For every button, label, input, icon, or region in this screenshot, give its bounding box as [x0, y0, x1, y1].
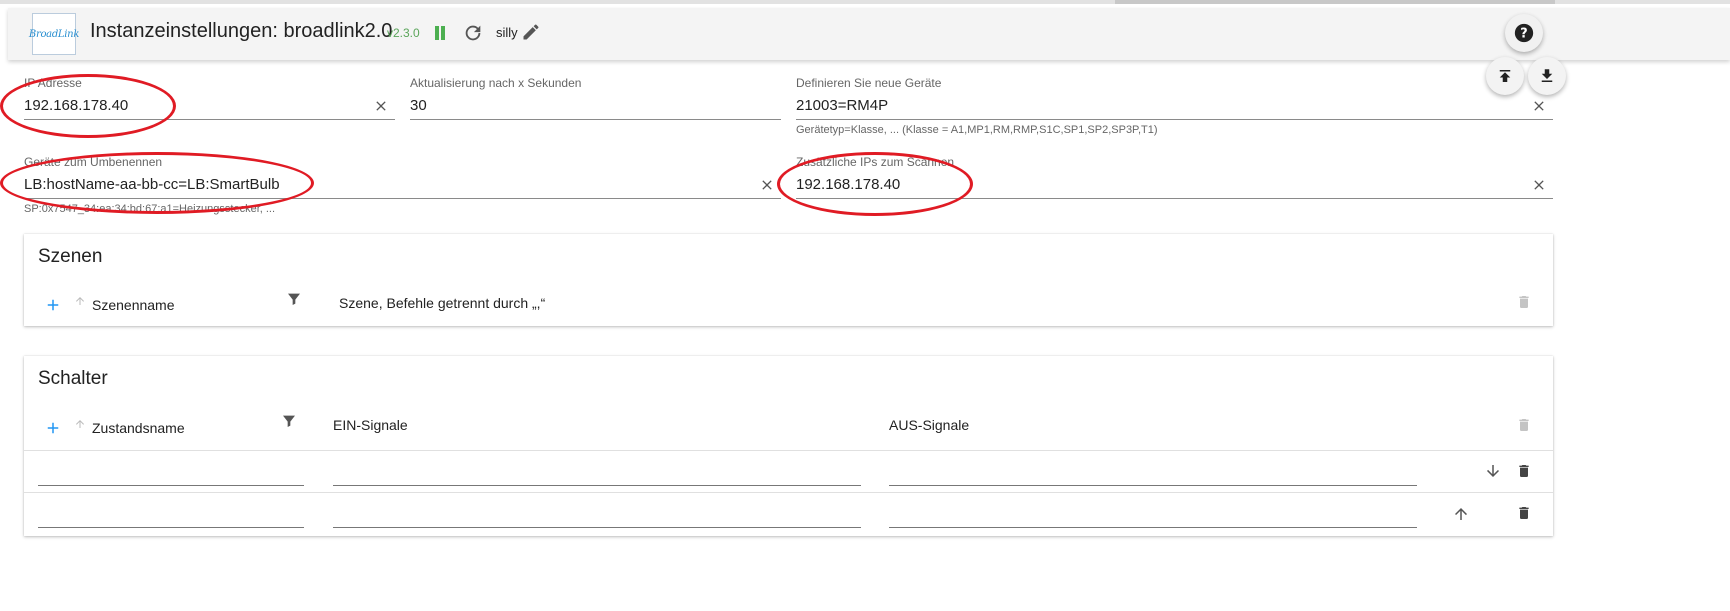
row-divider: [24, 492, 1553, 493]
close-icon[interactable]: [1531, 98, 1547, 114]
trash-icon[interactable]: [1516, 462, 1532, 480]
close-icon[interactable]: [759, 177, 775, 193]
switches-title: Schalter: [38, 368, 108, 389]
column-header-scene-commands: Szene, Befehle getrennt durch „,“: [339, 295, 546, 311]
instance-header: BroadLink Instanzeinstellungen: broadlin…: [8, 8, 1730, 60]
add-icon[interactable]: [44, 419, 62, 437]
column-header-on-signals: EIN-Signale: [333, 417, 408, 433]
refresh-interval-field[interactable]: Aktualisierung nach x Sekunden 30: [410, 76, 781, 120]
trash-icon[interactable]: [1516, 416, 1532, 434]
sort-arrow-icon[interactable]: [74, 417, 86, 431]
on-signals-input[interactable]: [333, 485, 861, 486]
annotation-ellipse: [777, 152, 973, 216]
state-name-input[interactable]: [38, 527, 304, 528]
new-devices-helper: Gerätetyp=Klasse, ... (Klasse = A1,MP1,R…: [796, 124, 1158, 136]
refresh-interval-label: Aktualisierung nach x Sekunden: [410, 76, 582, 90]
state-name-input[interactable]: [38, 485, 304, 486]
annotation-ellipse: [0, 152, 314, 214]
trash-icon[interactable]: [1516, 293, 1532, 311]
new-devices-field[interactable]: Definieren Sie neue Geräte 21003=RM4P: [796, 76, 1553, 120]
off-signals-input[interactable]: [889, 527, 1417, 528]
column-header-state-name[interactable]: Zustandsname: [92, 420, 185, 436]
refresh-icon[interactable]: [462, 22, 484, 44]
logo-text: BroadLink: [28, 28, 80, 40]
on-signals-input[interactable]: [333, 527, 861, 528]
switches-table: Schalter Zustandsname EIN-Signale AUS-Si…: [24, 356, 1553, 536]
pencil-icon[interactable]: [521, 22, 541, 42]
filter-icon[interactable]: [286, 291, 302, 307]
column-header-scene-name[interactable]: Szenenname: [92, 297, 175, 313]
scenes-title: Szenen: [38, 246, 103, 267]
help-icon: ?: [1514, 23, 1534, 43]
page-title: Instanzeinstellungen: broadlink2.0: [90, 20, 393, 42]
new-devices-label: Definieren Sie neue Geräte: [796, 76, 942, 90]
close-icon[interactable]: [373, 98, 389, 114]
column-header-off-signals: AUS-Signale: [889, 417, 970, 433]
version-badge: v2.3.0: [387, 26, 420, 40]
annotation-ellipse: [0, 74, 176, 138]
help-button[interactable]: ?: [1505, 14, 1543, 52]
close-icon[interactable]: [1531, 177, 1547, 193]
adapter-logo: BroadLink: [28, 13, 80, 55]
top-strip: [0, 0, 1730, 4]
off-signals-input[interactable]: [889, 485, 1417, 486]
refresh-interval-value[interactable]: 30: [410, 97, 427, 114]
new-devices-value[interactable]: 21003=RM4P: [796, 97, 888, 114]
log-level: silly: [496, 25, 518, 40]
sort-arrow-icon[interactable]: [74, 294, 86, 308]
trash-icon[interactable]: [1516, 504, 1532, 522]
filter-icon[interactable]: [281, 413, 297, 429]
arrow-up-icon[interactable]: [1452, 505, 1470, 523]
pause-icon[interactable]: [432, 25, 448, 41]
arrow-down-icon[interactable]: [1484, 462, 1502, 480]
scenes-table: Szenen Szenenname Szene, Befehle getrenn…: [24, 234, 1553, 326]
scroll-indicator: [1115, 0, 1555, 4]
svg-text:?: ?: [1520, 27, 1527, 42]
add-icon[interactable]: [44, 296, 62, 314]
row-divider: [24, 450, 1553, 451]
